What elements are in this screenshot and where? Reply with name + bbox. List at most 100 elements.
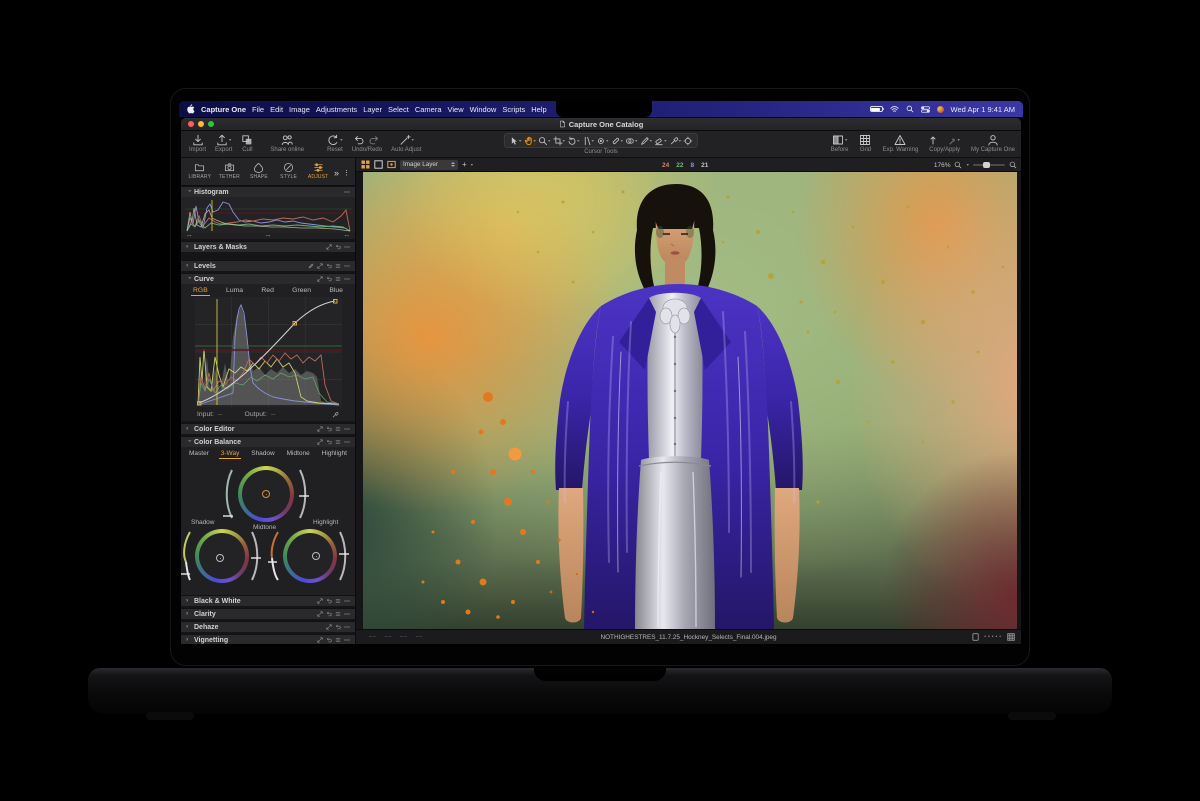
rating-placeholders[interactable]: ‒‒‒‒‒‒‒‒ bbox=[369, 634, 423, 640]
proof-view-icon[interactable] bbox=[387, 160, 396, 169]
more-icon[interactable]: ⋯ bbox=[344, 189, 350, 196]
presets-menu-icon[interactable] bbox=[335, 637, 341, 643]
menu-image[interactable]: Image bbox=[289, 105, 310, 114]
midtone-wheel-marker[interactable] bbox=[262, 490, 270, 498]
reset-icon[interactable] bbox=[335, 244, 341, 250]
heal-tool[interactable]: ▾ bbox=[610, 136, 625, 146]
reset-icon[interactable] bbox=[326, 276, 332, 282]
add-layer-chevron-icon[interactable]: ▾ bbox=[471, 162, 474, 167]
before-after-button[interactable]: ▾ Before bbox=[831, 133, 849, 153]
erase-mask-tool[interactable]: ▾ bbox=[653, 136, 668, 146]
undo-redo-buttons[interactable]: Undo/Redo bbox=[352, 133, 382, 153]
curve-tab-green[interactable]: Green bbox=[290, 286, 313, 296]
shadow-saturation-slider[interactable] bbox=[181, 528, 193, 584]
share-online-button[interactable]: Share online bbox=[270, 133, 304, 153]
link-icon[interactable] bbox=[317, 426, 323, 432]
export-button[interactable]: ▾ Export bbox=[215, 133, 232, 153]
rotate-tool[interactable]: ▾ bbox=[566, 136, 581, 146]
wifi-icon[interactable] bbox=[890, 106, 899, 113]
zoom-in-icon[interactable] bbox=[1009, 161, 1017, 169]
link-icon[interactable] bbox=[317, 611, 323, 617]
browser-grid-icon[interactable] bbox=[1007, 633, 1015, 641]
cb-tab-3way[interactable]: 3-Way bbox=[219, 449, 242, 459]
single-view-icon[interactable] bbox=[374, 160, 383, 169]
link-icon[interactable] bbox=[317, 276, 323, 282]
panel-header-dehaze[interactable]: ›Dehaze ⋯ bbox=[181, 621, 355, 632]
photo-canvas[interactable] bbox=[363, 172, 1017, 629]
layer-stepper-icon[interactable] bbox=[451, 162, 455, 167]
loupe-tool[interactable]: ▾ bbox=[537, 136, 552, 146]
midtone-lightness-slider[interactable] bbox=[297, 466, 311, 522]
panel-header-color-balance[interactable]: ›Color Balance ⋯ bbox=[181, 436, 355, 447]
more-icon[interactable]: ⋯ bbox=[344, 637, 350, 644]
minimize-window-button[interactable] bbox=[198, 121, 204, 127]
link-icon[interactable] bbox=[317, 637, 323, 643]
my-capture-one-button[interactable]: My Capture One bbox=[971, 133, 1015, 153]
reset-icon[interactable] bbox=[326, 263, 332, 269]
reset-icon[interactable] bbox=[326, 611, 332, 617]
control-center-icon[interactable] bbox=[921, 106, 930, 113]
menu-view[interactable]: View bbox=[448, 105, 464, 114]
presets-menu-icon[interactable] bbox=[335, 263, 341, 269]
select-tool[interactable]: ▾ bbox=[508, 136, 523, 146]
cull-button[interactable]: Cull bbox=[241, 133, 253, 153]
reset-icon[interactable] bbox=[326, 439, 332, 445]
crop-tool[interactable]: ▾ bbox=[551, 136, 566, 146]
menu-file[interactable]: File bbox=[252, 105, 264, 114]
menu-clock[interactable]: Wed Apr 1 9:41 AM bbox=[951, 105, 1015, 114]
more-icon[interactable]: ⋯ bbox=[344, 611, 350, 618]
menu-help[interactable]: Help bbox=[531, 105, 546, 114]
link-icon[interactable] bbox=[326, 244, 332, 250]
cb-tab-master[interactable]: Master bbox=[187, 449, 211, 459]
eyedropper-tool[interactable]: ▾ bbox=[668, 136, 683, 146]
highlight-color-wheel[interactable] bbox=[283, 529, 337, 583]
capture-one-status-icon[interactable] bbox=[937, 106, 944, 113]
tab-style[interactable]: STYLE bbox=[275, 160, 303, 185]
draw-mask-tool[interactable]: ▾ bbox=[639, 136, 654, 146]
window-titlebar[interactable]: Capture One Catalog bbox=[181, 118, 1021, 131]
color-tag-dots[interactable]: ••••• bbox=[984, 634, 1003, 640]
expand-tabs-icon[interactable]: » bbox=[334, 168, 339, 178]
clone-tool[interactable]: ▾ bbox=[624, 136, 639, 146]
zoom-slider-thumb[interactable] bbox=[983, 162, 990, 168]
copy-apply-button[interactable]: ▾ Copy/Apply bbox=[929, 133, 960, 153]
reset-icon[interactable] bbox=[335, 624, 341, 630]
cb-tab-midtone[interactable]: Midtone bbox=[285, 449, 312, 459]
zoom-slider[interactable] bbox=[973, 164, 1005, 166]
import-button[interactable]: Import bbox=[189, 133, 206, 153]
curve-tab-blue[interactable]: Blue bbox=[327, 286, 345, 296]
curve-picker-icon[interactable] bbox=[331, 411, 339, 419]
reset-icon[interactable] bbox=[326, 426, 332, 432]
reset-icon[interactable] bbox=[326, 598, 332, 604]
curve-tab-red[interactable]: Red bbox=[259, 286, 275, 296]
shadow-lightness-slider[interactable] bbox=[249, 528, 263, 584]
pan-tool[interactable]: ▾ bbox=[522, 136, 537, 146]
zoom-fit-icon[interactable] bbox=[954, 161, 962, 169]
midtone-saturation-slider[interactable] bbox=[221, 466, 235, 522]
presets-menu-icon[interactable] bbox=[335, 276, 341, 282]
link-icon[interactable] bbox=[317, 598, 323, 604]
more-icon[interactable]: ⋯ bbox=[344, 276, 350, 283]
panel-header-curve[interactable]: ›Curve ⋯ bbox=[181, 273, 355, 284]
add-layer-button[interactable]: + bbox=[462, 161, 467, 169]
link-icon[interactable] bbox=[317, 263, 323, 269]
reset-button[interactable]: ▾ Reset bbox=[327, 133, 343, 153]
tab-library[interactable]: LIBRARY bbox=[186, 160, 214, 185]
panel-header-layers-masks[interactable]: ›Layers & Masks ⋯ bbox=[181, 241, 355, 252]
reset-icon[interactable] bbox=[326, 637, 332, 643]
pen-icon[interactable] bbox=[308, 263, 314, 269]
presets-menu-icon[interactable] bbox=[335, 439, 341, 445]
tab-adjust[interactable]: ADJUST bbox=[304, 160, 332, 185]
thumbnail-toggle-icon[interactable] bbox=[972, 633, 980, 641]
menu-camera[interactable]: Camera bbox=[415, 105, 442, 114]
battery-icon[interactable] bbox=[870, 106, 883, 112]
menu-edit[interactable]: Edit bbox=[270, 105, 283, 114]
apple-logo-icon[interactable] bbox=[187, 104, 195, 114]
zoom-level[interactable]: 176% bbox=[934, 162, 951, 169]
presets-menu-icon[interactable] bbox=[335, 598, 341, 604]
target-picker-tool[interactable] bbox=[682, 136, 694, 146]
panel-header-vignetting[interactable]: ›Vignetting ⋯ bbox=[181, 634, 355, 644]
spotlight-search-icon[interactable] bbox=[906, 105, 914, 113]
curve-tab-luma[interactable]: Luma bbox=[224, 286, 245, 296]
cb-tab-shadow[interactable]: Shadow bbox=[249, 449, 277, 459]
